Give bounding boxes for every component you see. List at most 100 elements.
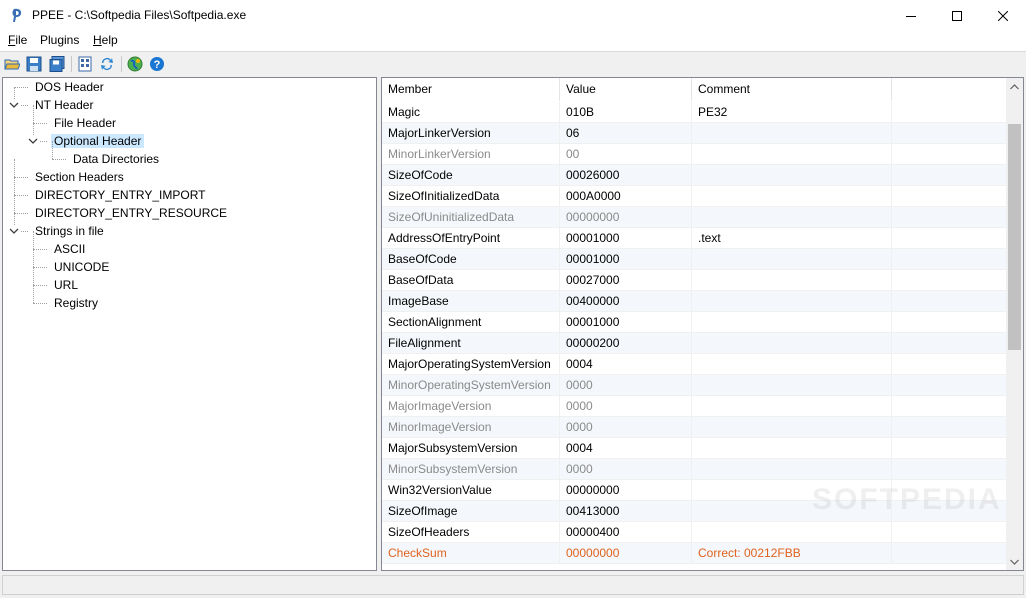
table-row[interactable]: ImageBase 00400000 bbox=[382, 291, 1007, 312]
cell-empty bbox=[892, 459, 1007, 480]
tree-item-dos-header[interactable]: DOS Header bbox=[32, 78, 107, 96]
table-row[interactable]: SizeOfUninitializedData 00000000 bbox=[382, 207, 1007, 228]
structure-tree[interactable]: DOS Header NT Header File Header Optional H… bbox=[2, 77, 377, 571]
maximize-button[interactable] bbox=[934, 0, 980, 31]
cell-member: MinorLinkerVersion bbox=[382, 144, 560, 165]
cell-member: BaseOfCode bbox=[382, 249, 560, 270]
tree-item-directory-entry-import[interactable]: DIRECTORY_ENTRY_IMPORT bbox=[32, 186, 208, 204]
cell-value: 00000000 bbox=[560, 543, 692, 564]
cell-empty bbox=[892, 144, 1007, 165]
column-header-comment[interactable]: Comment bbox=[692, 78, 892, 101]
list-header: Member Value Comment bbox=[382, 78, 1007, 101]
help-icon: ? bbox=[150, 57, 164, 71]
tree-item-label: Section Headers bbox=[35, 170, 124, 184]
table-row[interactable]: MinorSubsystemVersion 0000 bbox=[382, 459, 1007, 480]
tree-expander[interactable] bbox=[27, 135, 39, 147]
chevron-down-icon bbox=[9, 102, 19, 108]
tree-item-strings-in-file[interactable]: Strings in file bbox=[32, 222, 107, 240]
refresh-button[interactable] bbox=[98, 55, 116, 73]
tree-guide-line bbox=[14, 195, 28, 196]
tree-guide-line bbox=[14, 159, 15, 177]
open-button[interactable] bbox=[3, 55, 21, 73]
cell-empty bbox=[892, 186, 1007, 207]
table-row[interactable]: Magic 010B PE32 bbox=[382, 102, 1007, 123]
tree-item-optional-header[interactable]: Optional Header bbox=[51, 132, 145, 150]
tree-guide-line bbox=[33, 123, 47, 124]
cell-member: Win32VersionValue bbox=[382, 480, 560, 501]
tree-item-nt-header[interactable]: NT Header bbox=[32, 96, 96, 114]
table-row[interactable]: MinorOperatingSystemVersion 0000 bbox=[382, 375, 1007, 396]
table-row[interactable]: MajorImageVersion 0000 bbox=[382, 396, 1007, 417]
cell-empty bbox=[892, 417, 1007, 438]
member-list[interactable]: Member Value Comment Magic 010B PE32 MajorL… bbox=[381, 77, 1024, 571]
table-row[interactable]: BaseOfCode 00001000 bbox=[382, 249, 1007, 270]
minimize-icon bbox=[906, 15, 916, 17]
table-row[interactable]: FileAlignment 00000200 bbox=[382, 333, 1007, 354]
tree-guide-line bbox=[33, 249, 47, 250]
save-button[interactable] bbox=[25, 55, 43, 73]
minimize-button[interactable] bbox=[888, 0, 934, 31]
column-header-member[interactable]: Member bbox=[382, 78, 560, 101]
cell-comment bbox=[692, 249, 892, 270]
table-row[interactable]: SizeOfHeaders 00000400 bbox=[382, 522, 1007, 543]
cell-empty bbox=[892, 501, 1007, 522]
table-row[interactable]: SizeOfCode 00026000 bbox=[382, 165, 1007, 186]
scrollbar-thumb[interactable] bbox=[1008, 124, 1021, 350]
tree-item-unicode[interactable]: UNICODE bbox=[51, 258, 112, 276]
table-row[interactable]: MajorSubsystemVersion 0004 bbox=[382, 438, 1007, 459]
cell-comment: PE32 bbox=[692, 102, 892, 123]
cell-member: SizeOfCode bbox=[382, 165, 560, 186]
ppee-window: PPEE - C:\Softpedia Files\Softpedia.exe … bbox=[0, 0, 1026, 598]
cell-comment bbox=[692, 123, 892, 144]
table-row[interactable]: MajorOperatingSystemVersion 0004 bbox=[382, 354, 1007, 375]
cell-member: MajorSubsystemVersion bbox=[382, 438, 560, 459]
chevron-down-icon bbox=[1010, 559, 1019, 565]
tree-item-section-headers[interactable]: Section Headers bbox=[32, 168, 127, 186]
cell-member: SizeOfImage bbox=[382, 501, 560, 522]
table-row[interactable]: AddressOfEntryPoint 00001000 .text bbox=[382, 228, 1007, 249]
table-row[interactable]: MinorLinkerVersion 00 bbox=[382, 144, 1007, 165]
menu-plugins[interactable]: Plugins bbox=[40, 33, 79, 47]
table-row[interactable]: MinorImageVersion 0000 bbox=[382, 417, 1007, 438]
chevron-down-icon bbox=[9, 228, 19, 234]
cell-value: 00000400 bbox=[560, 522, 692, 543]
table-row[interactable]: SectionAlignment 00001000 bbox=[382, 312, 1007, 333]
menu-bar: File Plugins Help bbox=[0, 31, 1026, 51]
tree-item-url[interactable]: URL bbox=[51, 276, 81, 294]
virustotal-icon bbox=[127, 56, 143, 72]
column-header-value[interactable]: Value bbox=[560, 78, 692, 101]
close-button[interactable] bbox=[980, 0, 1026, 31]
cell-comment bbox=[692, 501, 892, 522]
table-row[interactable]: MajorLinkerVersion 06 bbox=[382, 123, 1007, 144]
table-row[interactable]: CheckSum 00000000 Correct: 00212FBB bbox=[382, 543, 1007, 564]
tree-guide-line bbox=[14, 213, 28, 214]
tree-item-directory-entry-resource[interactable]: DIRECTORY_ENTRY_RESOURCE bbox=[32, 204, 230, 222]
hex-view-button[interactable] bbox=[76, 55, 94, 73]
scroll-up-button[interactable] bbox=[1006, 78, 1023, 95]
tree-item-ascii[interactable]: ASCII bbox=[51, 240, 88, 258]
tree-item-data-directories[interactable]: Data Directories bbox=[70, 150, 162, 168]
tree-item-file-header[interactable]: File Header bbox=[51, 114, 119, 132]
table-row[interactable]: SizeOfInitializedData 000A0000 bbox=[382, 186, 1007, 207]
table-row[interactable]: SizeOfImage 00413000 bbox=[382, 501, 1007, 522]
cell-member: SizeOfUninitializedData bbox=[382, 207, 560, 228]
title-bar[interactable]: PPEE - C:\Softpedia Files\Softpedia.exe bbox=[0, 0, 1026, 31]
virustotal-button[interactable] bbox=[126, 55, 144, 73]
scroll-down-button[interactable] bbox=[1006, 553, 1023, 570]
tree-item-registry[interactable]: Registry bbox=[51, 294, 101, 312]
menu-file[interactable]: File bbox=[8, 33, 27, 47]
cell-value: 0000 bbox=[560, 375, 692, 396]
status-bar bbox=[0, 574, 1026, 598]
tree-guide-line bbox=[52, 159, 66, 160]
table-row[interactable]: BaseOfData 00027000 bbox=[382, 270, 1007, 291]
cell-member: MajorOperatingSystemVersion bbox=[382, 354, 560, 375]
tree-expander[interactable] bbox=[8, 225, 20, 237]
menu-help[interactable]: Help bbox=[93, 33, 118, 47]
cell-value: 00400000 bbox=[560, 291, 692, 312]
cell-comment bbox=[692, 165, 892, 186]
tree-expander[interactable] bbox=[8, 99, 20, 111]
save-all-button[interactable] bbox=[48, 55, 66, 73]
table-row[interactable]: Win32VersionValue 00000000 bbox=[382, 480, 1007, 501]
vertical-scrollbar[interactable] bbox=[1006, 78, 1023, 570]
help-button[interactable]: ? bbox=[148, 55, 166, 73]
